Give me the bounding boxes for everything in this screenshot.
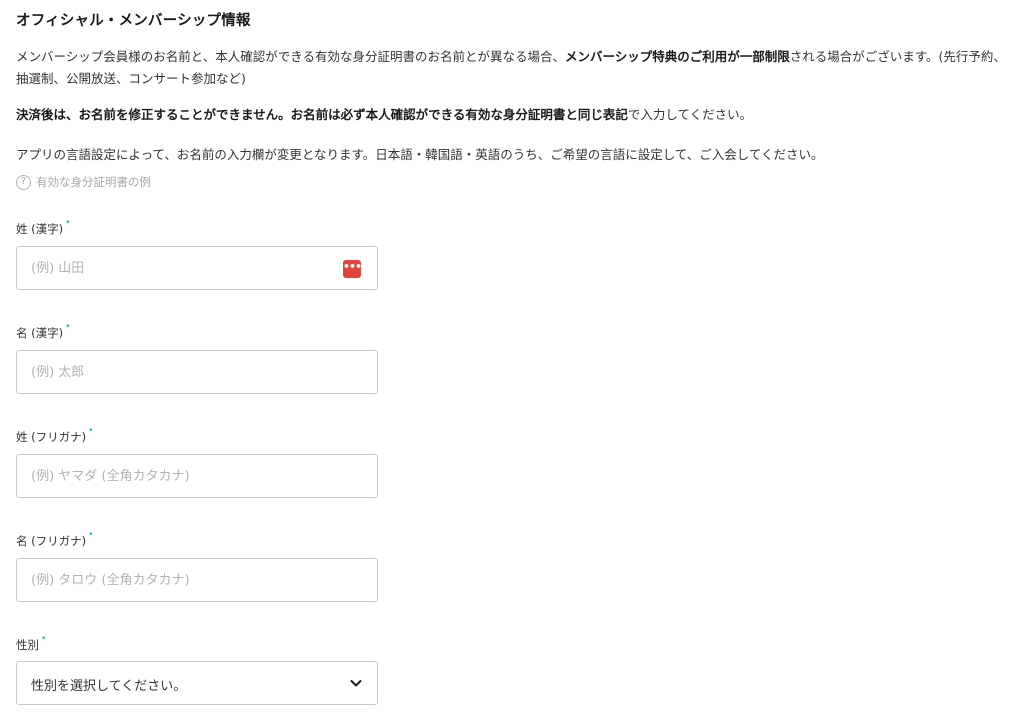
notice-language: アプリの言語設定によって、お名前の入力欄が変更となります。日本語・韓国語・英語の… bbox=[16, 147, 824, 162]
last-name-kana-input[interactable] bbox=[17, 455, 377, 497]
label-text: 性別 bbox=[16, 638, 39, 652]
first-name-kana-label: 名 (フリガナ) • bbox=[16, 530, 94, 549]
last-name-kanji-field[interactable]: ••• bbox=[16, 246, 378, 290]
first-name-kanji-label: 名 (漢字) • bbox=[16, 322, 71, 341]
gender-select[interactable]: 性別を選択してください。 bbox=[16, 661, 378, 705]
required-mark: • bbox=[41, 634, 47, 644]
first-name-kana-input[interactable] bbox=[17, 559, 377, 601]
notice-text: で入力してください。 bbox=[627, 107, 753, 122]
id-example-label: 有効な身分証明書の例 bbox=[36, 175, 151, 189]
question-circle-icon: ? bbox=[16, 174, 31, 190]
section-title: オフィシャル・メンバーシップ情報 bbox=[16, 13, 251, 29]
label-text: 名 (フリガナ) bbox=[16, 534, 87, 548]
password-manager-icon[interactable]: ••• bbox=[343, 260, 362, 278]
gender-label: 性別 • bbox=[16, 634, 47, 653]
label-text: 名 (漢字) bbox=[16, 326, 64, 340]
notice-text: メンバーシップ会員様のお名前と、本人確認ができる有効な身分証明書のお名前とが異な… bbox=[16, 49, 566, 64]
last-name-kanji-input[interactable] bbox=[17, 247, 377, 289]
chevron-down-icon bbox=[350, 680, 362, 687]
label-text: 姓 (漢字) bbox=[16, 222, 64, 236]
notice-no-edit: 決済後は、お名前を修正することができません。お名前は必ず本人確認ができる有効な身… bbox=[16, 104, 1006, 126]
label-text: 姓 (フリガナ) bbox=[16, 430, 87, 444]
first-name-kana-field[interactable] bbox=[16, 558, 378, 602]
required-mark: • bbox=[88, 530, 94, 540]
required-mark: • bbox=[65, 322, 71, 332]
required-mark: • bbox=[88, 426, 94, 436]
last-name-kana-label: 姓 (フリガナ) • bbox=[16, 426, 94, 445]
first-name-kanji-input[interactable] bbox=[17, 351, 377, 393]
first-name-kanji-field[interactable] bbox=[16, 350, 378, 394]
last-name-kanji-label: 姓 (漢字) • bbox=[16, 218, 71, 237]
id-example-link[interactable]: ? 有効な身分証明書の例 bbox=[16, 174, 151, 190]
notice-bold-text: 決済後は、お名前を修正することができません。お名前は必ず本人確認ができる有効な身… bbox=[16, 107, 628, 122]
gender-selected-value: 性別を選択してください。 bbox=[31, 679, 187, 694]
notice-bold-text: メンバーシップ特典のご利用が一部制限 bbox=[565, 49, 790, 64]
notice-name-mismatch: メンバーシップ会員様のお名前と、本人確認ができる有効な身分証明書のお名前とが異な… bbox=[16, 46, 1006, 90]
last-name-kana-field[interactable] bbox=[16, 454, 378, 498]
required-mark: • bbox=[65, 218, 71, 228]
